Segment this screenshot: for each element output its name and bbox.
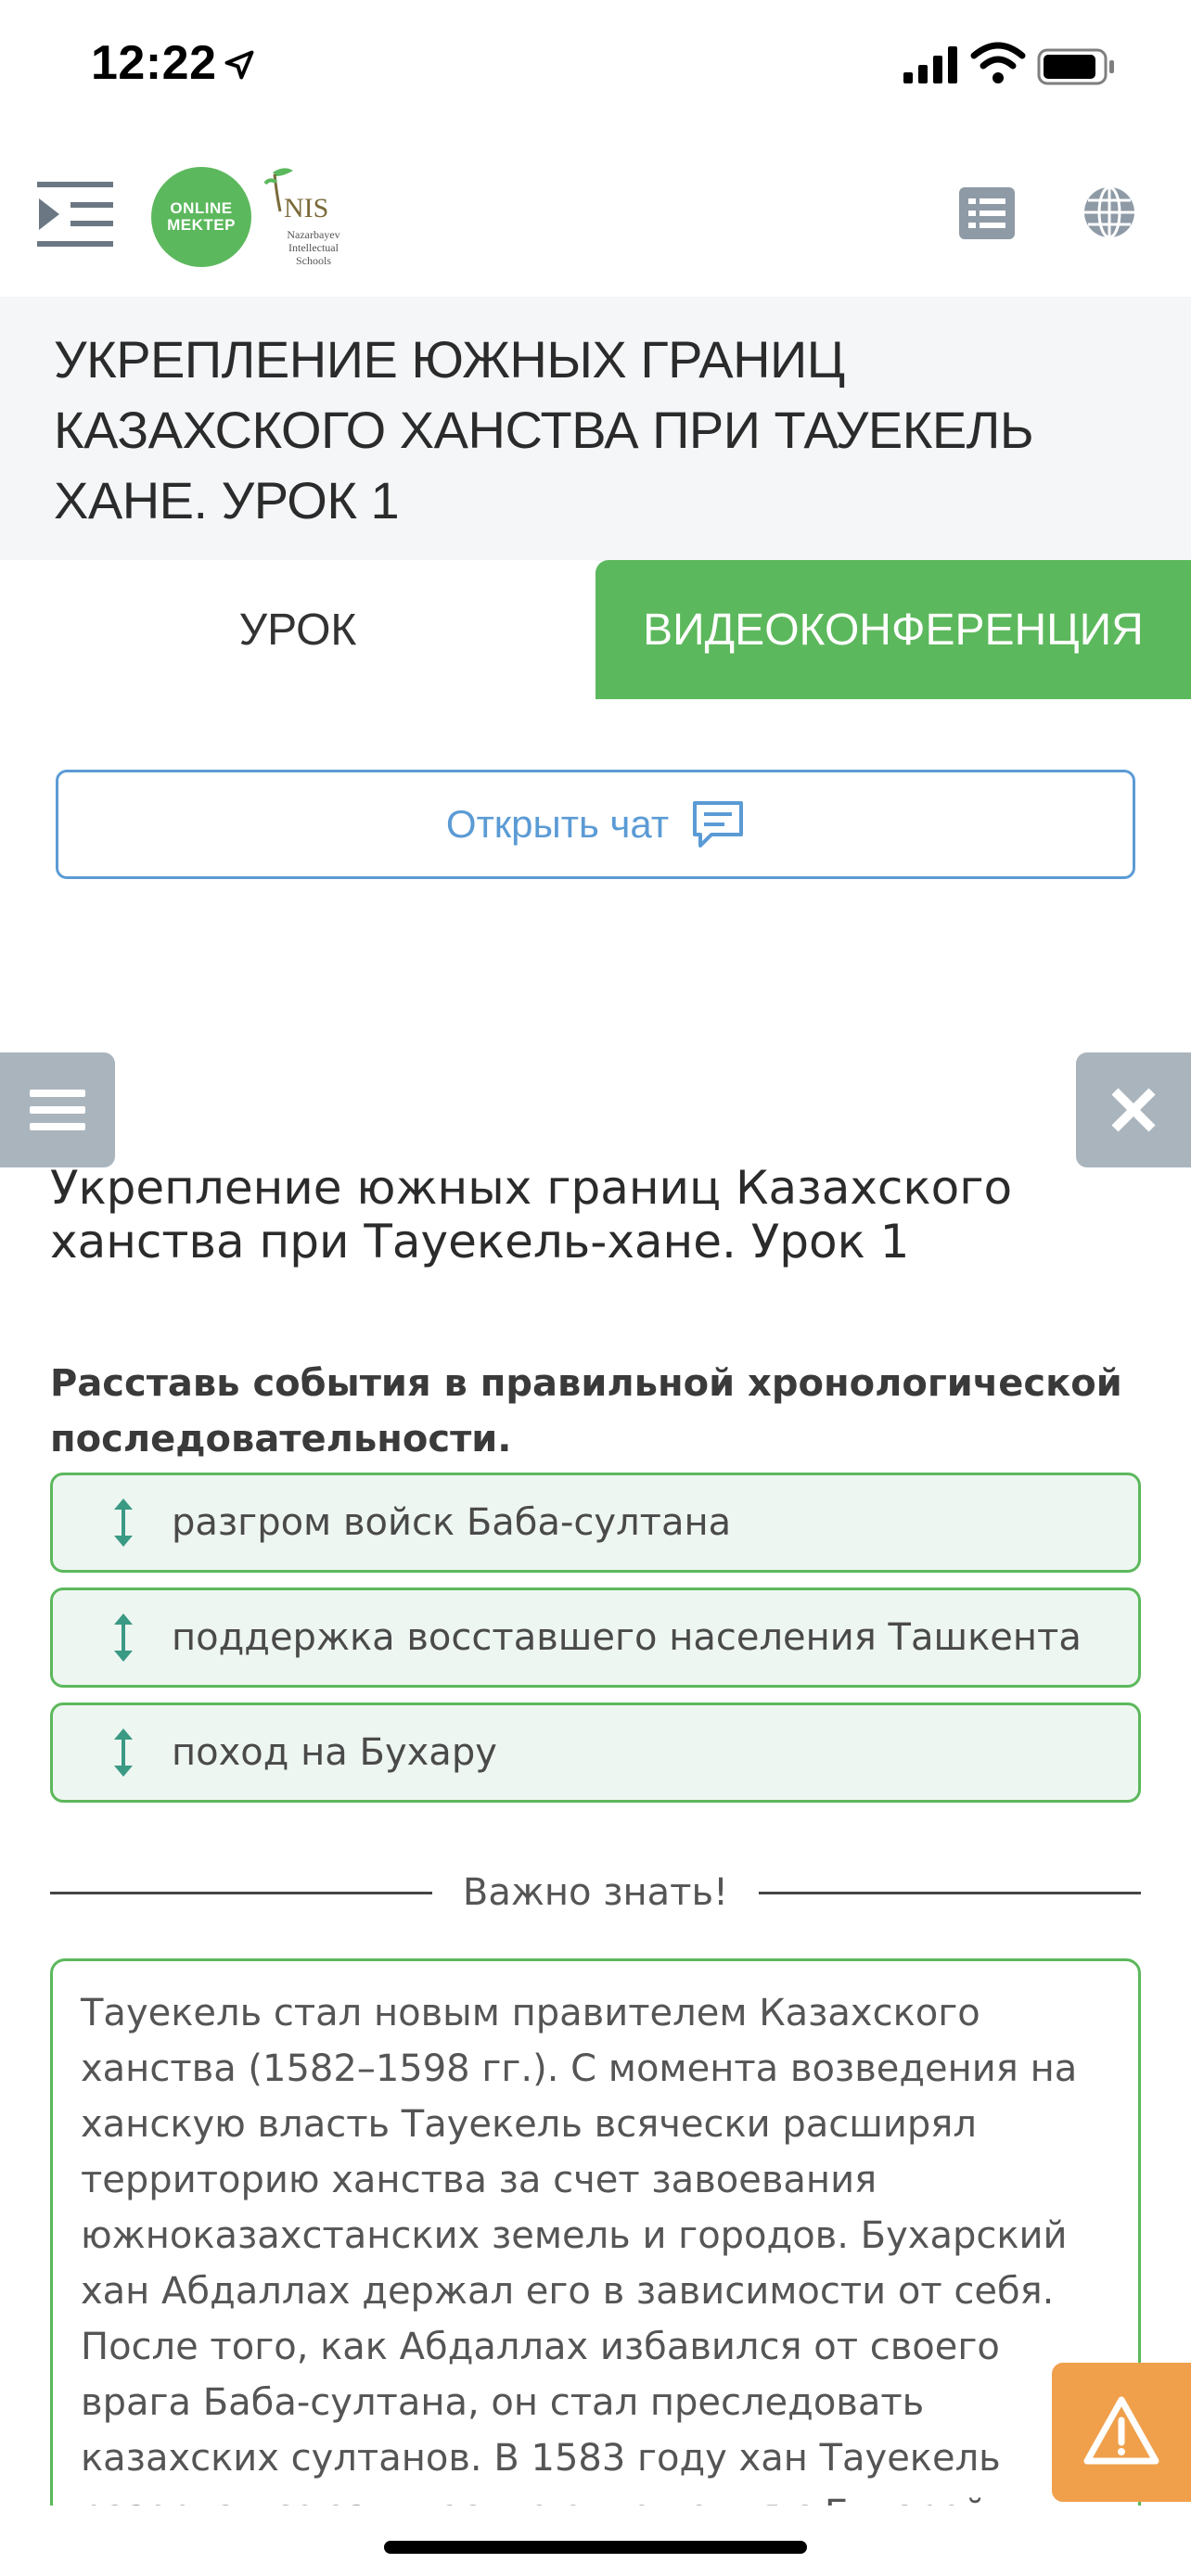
content-title: Укрепление южных границ Казахского ханст… (50, 1161, 1013, 1269)
hamburger-icon (30, 1090, 85, 1130)
close-icon (1111, 1088, 1156, 1132)
report-problem-button[interactable] (1052, 2363, 1191, 2502)
location-arrow-icon (224, 50, 254, 80)
info-text: Тауекель стал новым правителем Казахског… (81, 1992, 1078, 2535)
nis-logo: NIS Nazarbayev Intellectual Schools (256, 165, 349, 276)
menu-indent-icon[interactable] (37, 178, 113, 250)
logo-mektep-text: MEKTEP (167, 216, 236, 234)
open-chat-button[interactable]: Открыть чат (56, 770, 1135, 879)
online-mektep-logo[interactable]: ONLINE MEKTEP (151, 167, 251, 267)
up-down-arrow-icon[interactable] (107, 1610, 140, 1665)
cellular-signal-icon (903, 46, 957, 83)
tab-lesson[interactable]: УРОК (0, 560, 596, 699)
globe-icon[interactable] (1082, 184, 1137, 241)
status-bar: 12:22 (0, 0, 1191, 139)
sortable-item-text: поход на Бухару (172, 1731, 497, 1774)
task-prompt: Расставь события в правильной хронологич… (50, 1362, 1122, 1460)
battery-icon (1037, 48, 1114, 85)
info-box: Тауекель стал новым правителем Казахског… (50, 1958, 1141, 2576)
logo-online-text: ONLINE (170, 199, 233, 217)
wifi-icon (970, 42, 1026, 83)
chat-bubble-icon (693, 801, 744, 848)
important-divider: Важно знать! (50, 1869, 1141, 1916)
nis-logo-text: NIS (284, 193, 329, 223)
divider-line (759, 1892, 1141, 1894)
status-time: 12:22 (91, 36, 217, 90)
lesson-title-band: УКРЕПЛЕНИЕ ЮЖНЫХ ГРАНИЦ КАЗАХСКОГО ХАНСТ… (0, 297, 1191, 561)
nis-logo-subtitle: Nazarbayev Intellectual Schools (287, 228, 340, 267)
up-down-arrow-icon[interactable] (107, 1725, 140, 1780)
sortable-item[interactable]: поход на Бухару (50, 1702, 1141, 1803)
warning-triangle-icon (1083, 2396, 1159, 2465)
lesson-title: УКРЕПЛЕНИЕ ЮЖНЫХ ГРАНИЦ КАЗАХСКОГО ХАНСТ… (54, 330, 1034, 529)
list-icon[interactable] (959, 187, 1015, 239)
divider-label: Важно знать! (462, 1871, 729, 1914)
lesson-tabs: УРОК ВИДЕОКОНФЕРЕНЦИЯ (0, 560, 1191, 699)
divider-line (50, 1892, 432, 1894)
app-screen: 12:22 ONLINE MEKTEP NIS Nazarbayev Intel… (0, 0, 1191, 2576)
sortable-item[interactable]: поддержка восставшего населения Ташкента (50, 1588, 1141, 1688)
app-header: ONLINE MEKTEP NIS Nazarbayev Intellectua… (0, 139, 1191, 297)
tab-videoconference[interactable]: ВИДЕОКОНФЕРЕНЦИЯ (596, 560, 1191, 699)
close-button[interactable] (1076, 1052, 1191, 1167)
home-indicator[interactable] (384, 2541, 807, 2554)
side-menu-button[interactable] (0, 1052, 115, 1167)
open-chat-label: Открыть чат (445, 802, 670, 846)
sortable-item-text: поддержка восставшего населения Ташкента (172, 1616, 1082, 1659)
sortable-item[interactable]: разгром войск Баба-султана (50, 1473, 1141, 1573)
sortable-item-text: разгром войск Баба-султана (172, 1501, 732, 1544)
up-down-arrow-icon[interactable] (107, 1495, 140, 1550)
